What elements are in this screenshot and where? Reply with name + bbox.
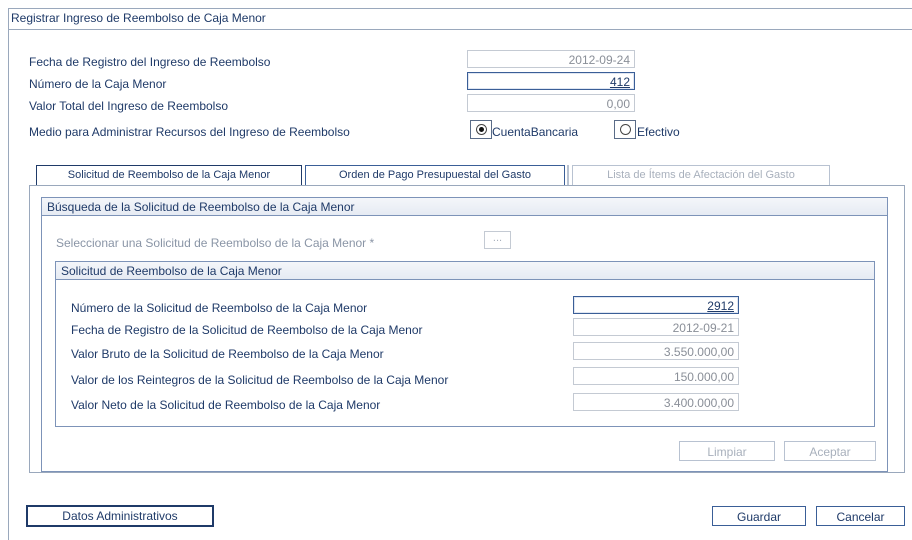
guardar-button[interactable]: Guardar <box>712 506 806 526</box>
solicitud-numero-field[interactable]: 2912 <box>573 296 739 314</box>
window-title: Registrar Ingreso de Reembolso de Caja M… <box>8 8 912 30</box>
aceptar-button: Aceptar <box>784 441 876 461</box>
seleccionar-solicitud-button: ... <box>484 231 511 249</box>
valor-total-label: Valor Total del Ingreso de Reembolso <box>29 99 229 113</box>
tab-separator <box>565 165 569 185</box>
solicitud-valor-neto-field: 3.400.000,00 <box>573 393 739 411</box>
numero-caja-label: Número de la Caja Menor <box>29 77 167 91</box>
radio-efectivo-label: Efectivo <box>637 125 680 139</box>
radio-cuentabancaria-label: CuentaBancaria <box>492 125 579 139</box>
solicitud-numero-label: Número de la Solicitud de Reembolso de l… <box>71 301 368 315</box>
fecha-label: Fecha de Registro del Ingreso de Reembol… <box>29 55 271 69</box>
solicitud-valor-neto-label: Valor Neto de la Solicitud de Reembolso … <box>71 398 381 412</box>
solicitud-header: Solicitud de Reembolso de la Caja Menor <box>56 262 874 280</box>
seleccionar-solicitud-label: Seleccionar una Solicitud de Reembolso d… <box>56 236 375 250</box>
radio-checked-icon <box>475 124 487 135</box>
numero-caja-field[interactable]: 412 <box>467 72 635 90</box>
radio-unchecked-icon <box>619 124 631 135</box>
tab-lista-items: Lista de Ítems de Afectación del Gasto <box>572 165 830 185</box>
tab-orden-pago[interactable]: Orden de Pago Presupuestal del Gasto <box>305 165 565 185</box>
radio-cuentabancaria[interactable] <box>470 120 492 139</box>
busqueda-header: Búsqueda de la Solicitud de Reembolso de… <box>42 198 887 216</box>
solicitud-reintegros-field: 150.000,00 <box>573 367 739 385</box>
datos-administrativos-button[interactable]: Datos Administrativos <box>26 505 214 527</box>
tab-solicitud-reembolso[interactable]: Solicitud de Reembolso de la Caja Menor <box>36 165 302 185</box>
solicitud-fecha-label: Fecha de Registro de la Solicitud de Ree… <box>71 323 423 337</box>
solicitud-valor-bruto-label: Valor Bruto de la Solicitud de Reembolso… <box>71 347 384 361</box>
cancelar-button[interactable]: Cancelar <box>816 506 905 526</box>
limpiar-button: Limpiar <box>679 441 775 461</box>
medio-label: Medio para Administrar Recursos del Ingr… <box>29 125 350 139</box>
valor-total-field: 0,00 <box>467 94 635 112</box>
radio-efectivo[interactable] <box>614 120 636 139</box>
fecha-field: 2012-09-24 <box>467 50 635 68</box>
solicitud-fecha-field: 2012-09-21 <box>573 318 739 336</box>
solicitud-valor-bruto-field: 3.550.000,00 <box>573 342 739 360</box>
solicitud-reintegros-label: Valor de los Reintegros de la Solicitud … <box>71 373 449 387</box>
